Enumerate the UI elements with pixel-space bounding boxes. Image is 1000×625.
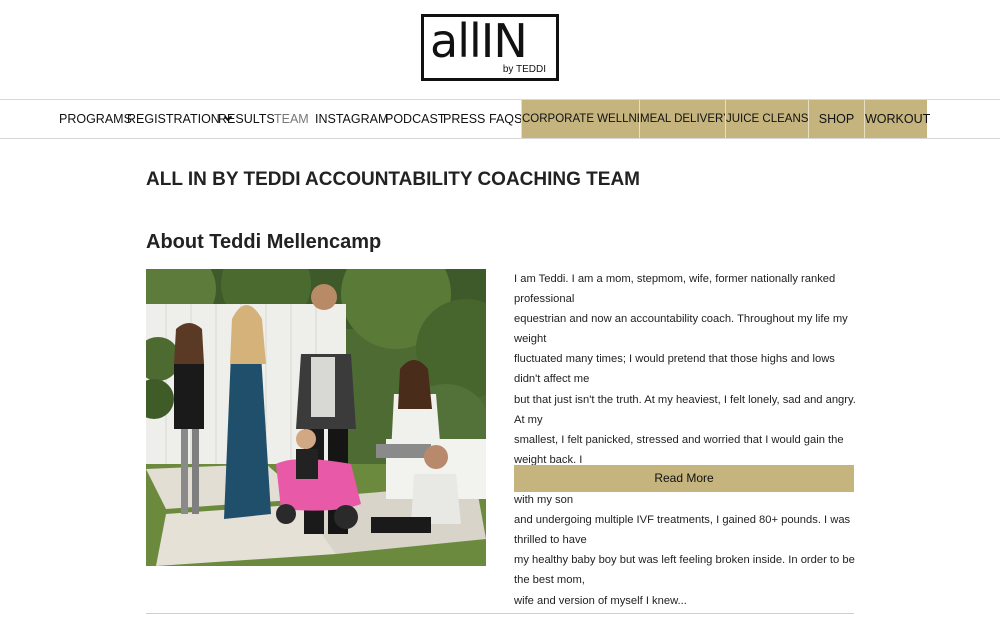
nav-workout[interactable]: WORKOUT [864,100,930,138]
nav-meal-delivery[interactable]: MEAL DELIVERY [639,100,731,138]
nav-team[interactable]: TEAM [274,100,309,138]
brand-logo[interactable]: allIN by TEDDI [421,14,559,81]
nav-corporate-wellness[interactable]: CORPORATE WELLNESS [521,100,660,138]
nav-shop[interactable]: SHOP [808,100,864,138]
family-photo [146,269,486,566]
bio-line: smallest, I felt panicked, stressed and … [514,433,844,466]
bio-text: I am Teddi. I am a mom, stepmom, wife, f… [514,269,860,611]
bio-line: fluctuated many times; I would pretend t… [514,353,835,386]
nav-registration[interactable]: REGISTRATION [127,100,233,138]
bio-line: wife and version of myself I knew... [514,594,687,607]
bio-line: and undergoing multiple IVF treatments, … [514,514,851,547]
bio-line: I am Teddi. I am a mom, stepmom, wife, f… [514,273,836,306]
read-more-button[interactable]: Read More [514,465,854,492]
bio-line: but that just isn't the truth. At my hea… [514,393,856,426]
page-title: ALL IN BY TEDDI ACCOUNTABILITY COACHING … [146,169,640,190]
logo-byline: by TEDDI [502,64,546,75]
bio-line: equestrian and now an accountability coa… [514,313,848,346]
nav-faqs[interactable]: FAQS [489,100,522,138]
nav-programs[interactable]: PROGRAMS [59,100,132,138]
nav-results[interactable]: RESULTS [218,100,275,138]
nav-juice-cleanse[interactable]: JUICE CLEANSE [725,100,816,138]
logo-wordmark: allIN [430,14,528,68]
family-photo-illustration [146,269,486,566]
nav-instagram[interactable]: INSTAGRAM [315,100,388,138]
section-title: About Teddi Mellencamp [146,231,382,253]
nav-podcast[interactable]: PODCAST [385,100,445,138]
main-navigation: PROGRAMS REGISTRATION RESULTS TEAM INSTA… [0,99,1000,139]
bio-line: my healthy baby boy but was left feeling… [514,554,855,587]
nav-press[interactable]: PRESS [443,100,485,138]
section-divider [146,613,854,614]
nav-registration-label: REGISTRATION [127,112,220,126]
site-header: allIN by TEDDI [0,0,1000,99]
